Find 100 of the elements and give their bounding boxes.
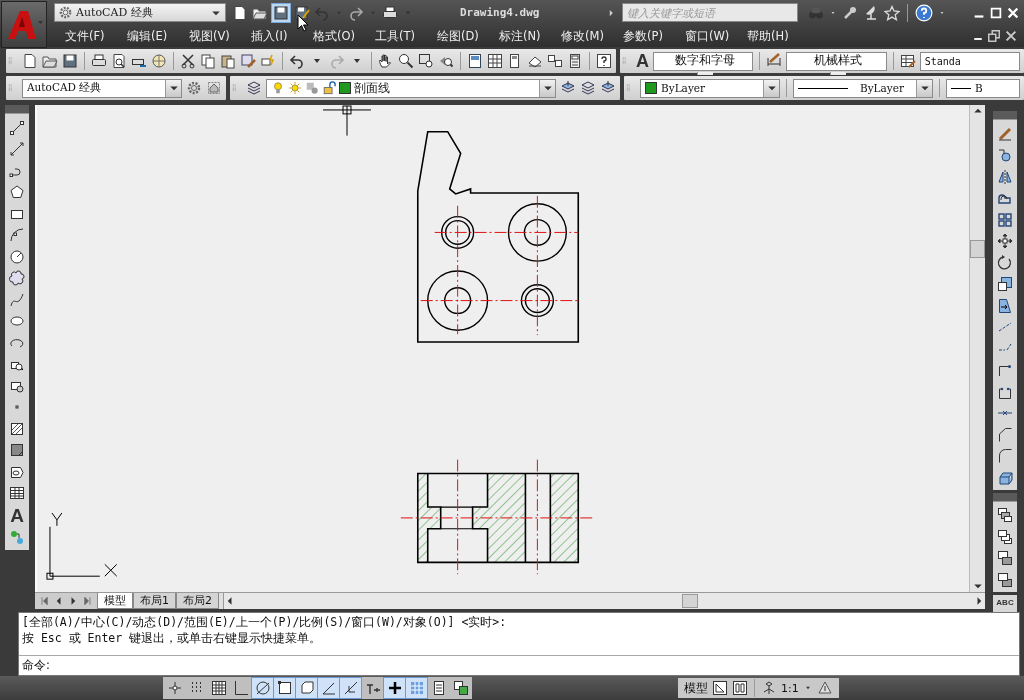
star-icon[interactable] [884,4,900,21]
calculator-icon[interactable] [567,53,583,69]
toolbar-grip[interactable] [993,111,1017,120]
line-icon[interactable] [9,119,25,136]
wrench-icon[interactable] [842,4,858,21]
close-icon[interactable] [1006,5,1020,20]
properties-icon[interactable] [467,53,483,69]
linetype-dropdown[interactable]: ByLayer [793,78,933,98]
toolbar-grip[interactable] [5,105,29,114]
undo-icon[interactable] [289,53,305,69]
new-file-icon[interactable] [22,53,38,69]
ellipse-icon[interactable] [9,313,25,329]
move-icon[interactable] [997,233,1013,249]
table-icon[interactable] [9,485,25,501]
hatch-icon[interactable] [9,420,25,437]
object-tracking-toggle[interactable] [318,678,339,698]
color-dropdown[interactable]: ByLayer [640,78,780,98]
zoom-icon[interactable] [398,53,414,69]
block-editor-icon[interactable] [260,53,276,69]
bring-above-icon[interactable] [997,550,1013,566]
workspace-icon[interactable] [206,80,222,96]
stretch-icon[interactable] [997,297,1013,314]
restore-icon[interactable] [987,29,1001,43]
revision-cloud-icon[interactable] [9,270,25,286]
scrollbar-thumb[interactable] [970,239,985,258]
layout-tab[interactable]: 模型 [97,593,133,609]
layout-tab[interactable]: 布局2 [176,593,219,609]
cut-icon[interactable] [180,53,196,69]
text-style-icon[interactable]: A [636,52,649,70]
print-icon[interactable] [91,53,107,69]
first-tab-icon[interactable] [39,595,51,607]
horizontal-scrollbar[interactable] [223,593,985,609]
spline-icon[interactable] [9,291,25,308]
save-icon[interactable] [272,3,290,22]
annotation-scale-icon[interactable] [761,680,777,696]
polygon-icon[interactable] [9,184,25,200]
redo-icon[interactable] [348,4,364,21]
scale-icon[interactable] [997,276,1013,292]
open-folder-icon[interactable] [42,53,58,69]
layer-icon[interactable] [580,80,596,96]
lineweight-dropdown[interactable]: B [946,78,1020,98]
command-line-field[interactable]: 命令: [19,655,1019,675]
table-style-dropdown[interactable]: Standa [919,51,1020,71]
lineweight-toggle[interactable] [384,678,405,698]
object-snap-toggle[interactable] [274,678,295,698]
explode-icon[interactable] [997,469,1013,486]
dynamic-ucs-toggle[interactable] [340,678,361,698]
annotation-scale[interactable]: 1:1 [781,681,799,695]
polar-tracking-toggle[interactable] [252,678,273,698]
scrollbar-thumb[interactable] [681,594,698,608]
new-file-icon[interactable] [232,4,248,21]
menu-item[interactable]: 编辑(E) [120,26,182,46]
multiline-text-icon[interactable]: A [10,506,24,525]
mirror-icon[interactable] [997,168,1013,185]
menu-item[interactable]: 标注(N) [492,26,554,46]
workspace-dropdown[interactable]: AutoCAD 经典 [22,78,182,98]
globe-icon[interactable] [151,53,167,69]
layout-view-icon[interactable] [732,680,748,696]
chamfer-icon[interactable] [997,426,1013,443]
help-icon[interactable] [596,53,612,69]
circle-icon[interactable] [9,248,25,265]
rotate-icon[interactable] [997,254,1013,271]
model-view-icon[interactable] [712,680,728,696]
menu-item[interactable]: 参数(P) [616,26,678,46]
workspace-dropdown[interactable]: AutoCAD 经典 [54,3,226,22]
toolbar-grip[interactable] [993,492,1017,502]
menu-item[interactable]: 文件(F) [58,26,120,46]
erase-icon[interactable] [997,125,1013,142]
fillet-icon[interactable] [997,448,1013,464]
layout-tab[interactable]: 布局1 [133,593,176,609]
search-field[interactable]: 键入关键字或短语 [622,3,798,22]
print-preview-icon[interactable] [111,53,127,69]
menu-item[interactable]: 插入(I) [244,26,306,46]
zoom-window-icon[interactable] [418,53,434,69]
model-space-button[interactable]: 模型 [684,680,708,696]
3d-object-snap-toggle[interactable] [296,678,317,698]
markup-icon[interactable] [547,53,563,69]
copy-icon[interactable] [200,53,216,69]
paste-icon[interactable] [220,53,236,69]
save-icon[interactable] [62,53,78,69]
send-under-icon[interactable] [997,571,1013,588]
match-properties-icon[interactable] [240,53,256,69]
design-center-icon[interactable] [487,53,503,69]
gradient-icon[interactable] [9,442,25,458]
gear-icon[interactable] [186,80,202,96]
print-icon[interactable] [382,4,398,21]
maximize-icon[interactable] [989,5,1003,20]
annotation-visibility-icon[interactable] [816,680,833,696]
menu-item[interactable]: 格式(O) [306,26,368,46]
application-menu-button[interactable] [1,1,47,48]
menu-item[interactable]: 视图(V) [182,26,244,46]
menu-item[interactable]: 工具(T) [368,26,430,46]
array-icon[interactable] [997,211,1013,228]
pan-hand-icon[interactable] [378,53,394,69]
vertical-scrollbar[interactable] [969,105,985,592]
break-at-point-icon[interactable] [997,362,1013,378]
table-style-icon[interactable] [899,53,916,69]
send-to-back-icon[interactable] [997,528,1013,545]
save-as-icon[interactable] [294,4,310,21]
menu-item[interactable]: 修改(M) [554,26,616,46]
